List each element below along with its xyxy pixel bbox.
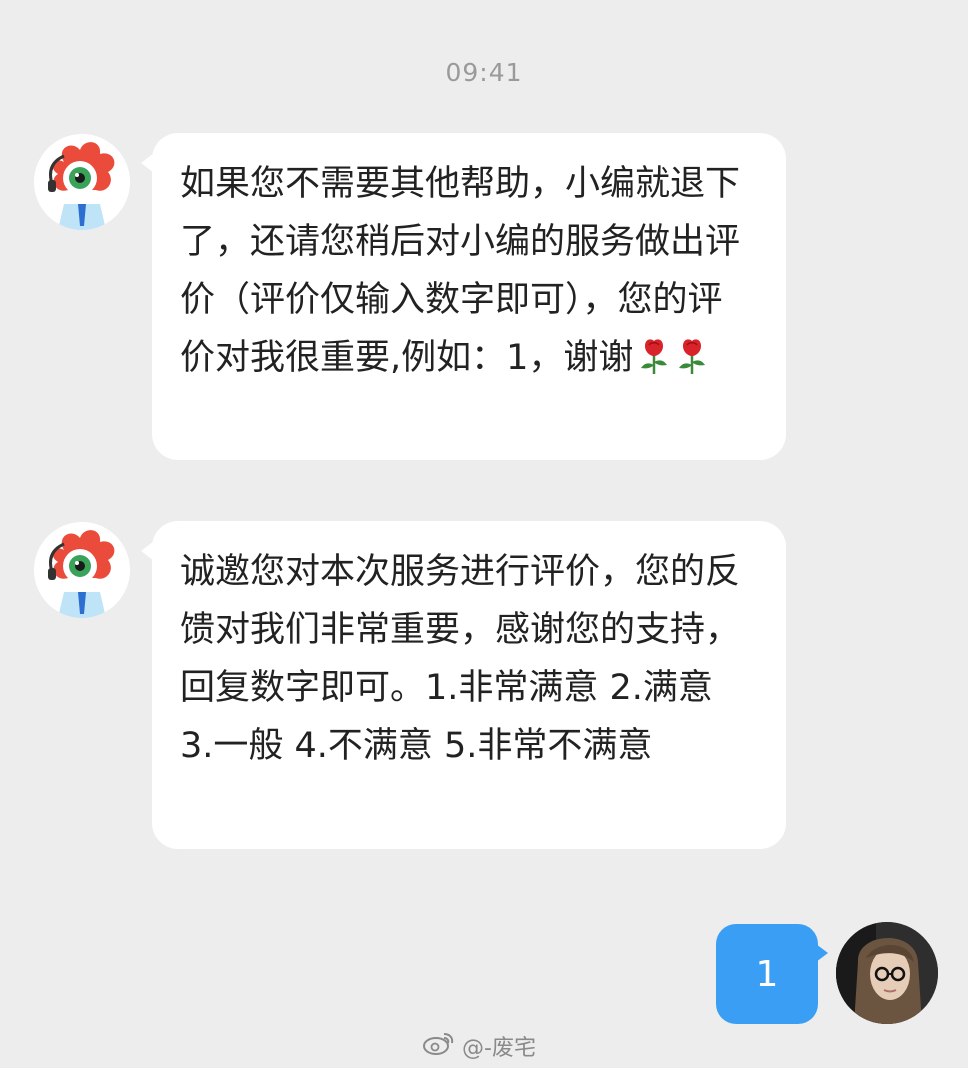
message-timestamp: 09:41 — [445, 58, 523, 87]
user-avatar[interactable] — [836, 922, 938, 1024]
bot-message-bubble[interactable]: 诚邀您对本次服务进行评价，您的反馈对我们非常重要，感谢您的支持，回复数字即可。1… — [141, 521, 786, 849]
message-text: 1 — [755, 953, 779, 995]
mascot-icon — [34, 134, 130, 230]
user-photo-icon — [836, 922, 938, 1024]
mascot-icon — [34, 522, 130, 618]
watermark-handle: @-废宅 — [462, 1036, 536, 1061]
bot-avatar[interactable] — [34, 522, 130, 618]
weibo-watermark: @-废宅 — [422, 1030, 536, 1062]
bot-message-bubble[interactable]: 如果您不需要其他帮助，小编就退下了，还请您稍后对小编的服务做出评价（评价仅输入数… — [141, 133, 786, 460]
message-text: 诚邀您对本次服务进行评价，您的反馈对我们非常重要，感谢您的支持，回复数字即可。1… — [180, 552, 741, 766]
rose-icon — [675, 335, 709, 374]
weibo-logo-icon — [422, 1029, 456, 1063]
user-message-bubble[interactable]: 1 — [716, 924, 828, 1024]
bot-avatar[interactable] — [34, 134, 130, 230]
rose-icon — [637, 335, 671, 374]
